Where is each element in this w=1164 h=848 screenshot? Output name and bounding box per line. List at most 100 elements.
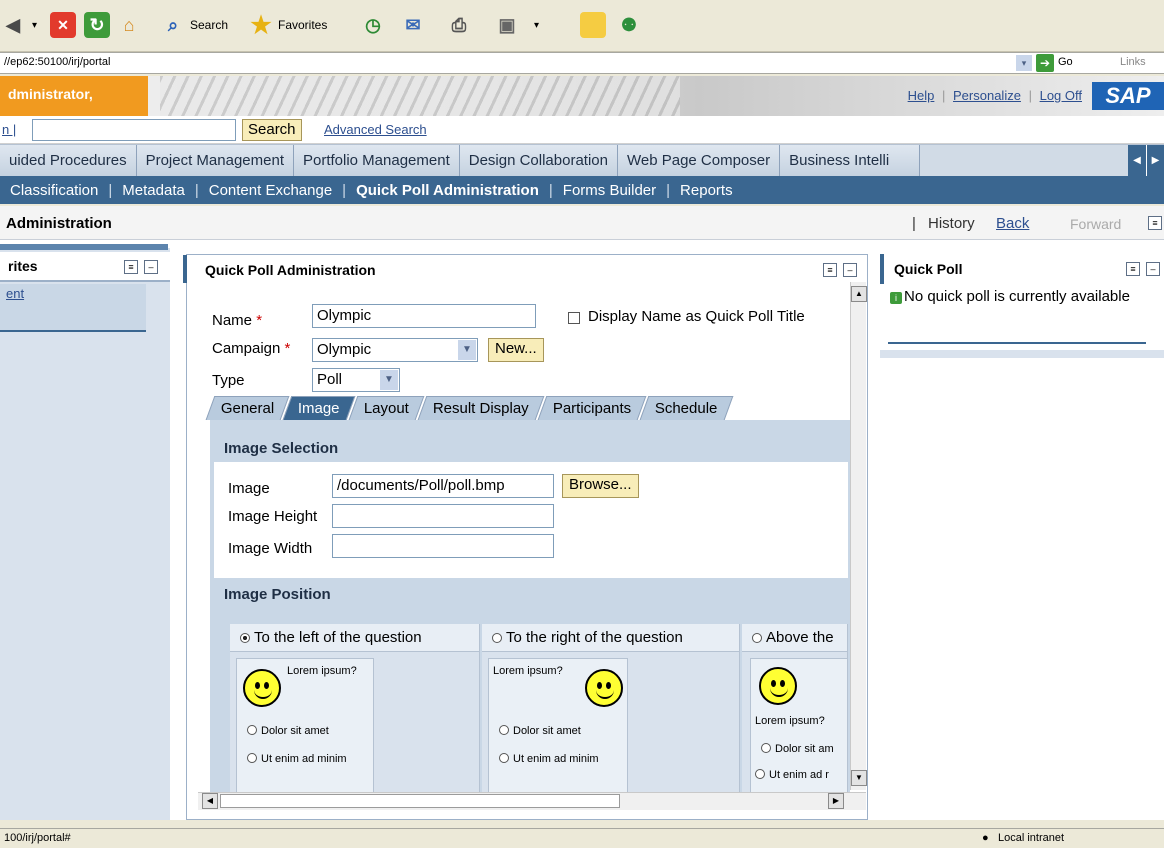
preview-question: Lorem ipsum? — [287, 665, 357, 677]
tab-general[interactable]: General — [205, 396, 290, 420]
quick-poll-panel-title: Quick Poll — [894, 261, 963, 277]
mail-button[interactable]: ✉ — [400, 8, 426, 42]
stop-icon: ✕ — [50, 12, 76, 38]
page-title-bar: Administration | History Back Forward ≡ — [0, 206, 1164, 240]
status-text: 100/irj/portal# — [4, 832, 71, 844]
name-input[interactable]: Olympic — [312, 304, 536, 328]
position-above-radio[interactable]: Above the — [742, 624, 847, 652]
quick-poll-options-icon[interactable]: ≡ — [1126, 262, 1140, 276]
iview-title: Quick Poll Administration — [205, 262, 376, 278]
back-link[interactable]: Back — [996, 215, 1029, 232]
nav2-forms-builder[interactable]: Forms Builder — [563, 182, 656, 199]
scroll-up-icon[interactable]: ▲ — [851, 286, 867, 302]
messenger-button[interactable]: ⚉ — [616, 8, 642, 42]
nav-scroll-left-icon[interactable]: ◀ — [1128, 145, 1146, 176]
page-menu-icon[interactable]: ≡ — [1148, 216, 1162, 230]
nav-tab-web-page-composer[interactable]: Web Page Composer — [617, 145, 781, 176]
position-left-radio[interactable]: To the left of the question — [230, 624, 479, 652]
favorites-button[interactable]: ★ Favorites — [248, 8, 327, 42]
dropdown-icon: ▾ — [534, 19, 540, 31]
image-path-input[interactable]: /documents/Poll/poll.bmp — [332, 474, 554, 498]
edit-button[interactable]: ▣ — [494, 8, 520, 42]
folder-icon — [580, 12, 606, 38]
type-label: Type — [212, 372, 245, 389]
new-campaign-button[interactable]: New... — [488, 338, 544, 362]
go-arrow-icon[interactable]: ➔ — [1036, 54, 1054, 72]
nav2-separator: | — [194, 181, 199, 199]
iview-options-icon[interactable]: ≡ — [823, 263, 837, 277]
nav2-content-exchange[interactable]: Content Exchange — [209, 182, 332, 199]
panel-options-icon[interactable]: ≡ — [124, 260, 138, 274]
quick-poll-panel-header: Quick Poll — [880, 254, 1164, 284]
tab-image[interactable]: Image — [283, 396, 356, 420]
scroll-left-icon[interactable]: ◀ — [202, 793, 218, 809]
folder-button[interactable] — [580, 8, 606, 42]
portal-search-input[interactable] — [32, 119, 236, 141]
scroll-down-icon[interactable]: ▼ — [851, 770, 867, 786]
tab-result-display[interactable]: Result Display — [417, 396, 545, 420]
discuss-button[interactable]: ▾ — [534, 8, 539, 42]
nav2-classification[interactable]: Classification — [10, 182, 98, 199]
edit-page-icon: ▣ — [498, 14, 516, 35]
search-toolbar-button[interactable]: ⌕ Search — [160, 8, 228, 42]
nav-scroll-right-icon[interactable]: ▶ — [1146, 145, 1164, 176]
display-name-checkbox[interactable] — [568, 312, 580, 324]
portal-search-button[interactable]: Search — [242, 119, 302, 141]
tab-schedule[interactable]: Schedule — [640, 396, 734, 420]
image-height-input[interactable] — [332, 504, 554, 528]
logoff-link[interactable]: Log Off — [1040, 88, 1082, 103]
panel-minimize-icon[interactable]: – — [144, 260, 158, 274]
personalize-link[interactable]: Personalize — [953, 88, 1021, 103]
campaign-selected-value: Olympic — [317, 341, 372, 358]
history-link[interactable]: History — [928, 215, 975, 232]
links-label[interactable]: Links — [1120, 56, 1146, 68]
display-name-checkbox-label: Display Name as Quick Poll Title — [588, 308, 805, 325]
forward-link[interactable]: Forward — [1070, 216, 1121, 232]
smiley-icon — [243, 669, 281, 707]
nav2-metadata[interactable]: Metadata — [122, 182, 185, 199]
radio-selected-icon — [240, 632, 250, 643]
tab-layout[interactable]: Layout — [348, 396, 425, 420]
advanced-search-link[interactable]: Advanced Search — [324, 122, 427, 137]
help-link[interactable]: Help — [908, 88, 935, 103]
tab-participants[interactable]: Participants — [537, 396, 647, 420]
nav2-quick-poll-administration[interactable]: Quick Poll Administration — [356, 182, 539, 199]
back-nav-button[interactable]: ◀ — [0, 8, 26, 42]
image-width-input[interactable] — [332, 534, 554, 558]
zone-label: Local intranet — [998, 832, 1065, 844]
go-label[interactable]: Go — [1058, 56, 1073, 68]
nav-tab-project-management[interactable]: Project Management — [136, 145, 294, 176]
campaign-select[interactable]: Olympic ▼ — [312, 338, 478, 362]
nav-tab-portfolio-management[interactable]: Portfolio Management — [293, 145, 460, 176]
history-toolbar-button[interactable]: ◷ — [360, 8, 386, 42]
type-select[interactable]: Poll ▼ — [312, 368, 400, 392]
horizontal-scroll-thumb[interactable] — [220, 794, 620, 808]
nav-tab-business-intelligence[interactable]: Business Intelli — [780, 145, 921, 176]
image-width-label: Image Width — [228, 540, 313, 557]
print-button[interactable]: ⎙ — [446, 8, 472, 42]
address-input[interactable]: //ep62:50100/irj/portal — [4, 56, 110, 68]
search-prefix[interactable]: n | — [2, 122, 16, 137]
nav2-separator: | — [108, 181, 113, 199]
browse-button[interactable]: Browse... — [562, 474, 639, 498]
image-selection-heading: Image Selection — [214, 434, 848, 462]
quick-poll-minimize-icon[interactable]: – — [1146, 262, 1160, 276]
scroll-right-icon[interactable]: ▶ — [828, 793, 844, 809]
header-links: Help | Personalize | Log Off — [908, 88, 1082, 103]
refresh-button[interactable]: ↻ — [84, 8, 110, 42]
nav2-reports[interactable]: Reports — [680, 182, 733, 199]
favorites-list: ent — [0, 284, 146, 332]
horizontal-scrollbar[interactable]: ◀ ▶ — [198, 792, 866, 810]
address-dropdown-icon[interactable]: ▾ — [1016, 55, 1032, 71]
vertical-scrollbar[interactable]: ▲ ▼ — [850, 282, 867, 790]
dropdown-chevron[interactable]: ▾ — [32, 8, 37, 42]
position-right-radio[interactable]: To the right of the question — [482, 624, 739, 652]
stop-button[interactable]: ✕ — [50, 8, 76, 42]
favorites-item-link[interactable]: ent — [6, 286, 24, 301]
radio-unselected-icon — [752, 632, 762, 643]
nav2-separator: | — [666, 181, 671, 199]
nav-tab-design-collaboration[interactable]: Design Collaboration — [459, 145, 618, 176]
iview-minimize-icon[interactable]: – — [843, 263, 857, 277]
nav-tab-guided-procedures[interactable]: uided Procedures — [0, 145, 137, 176]
home-button[interactable]: ⌂ — [116, 8, 142, 42]
